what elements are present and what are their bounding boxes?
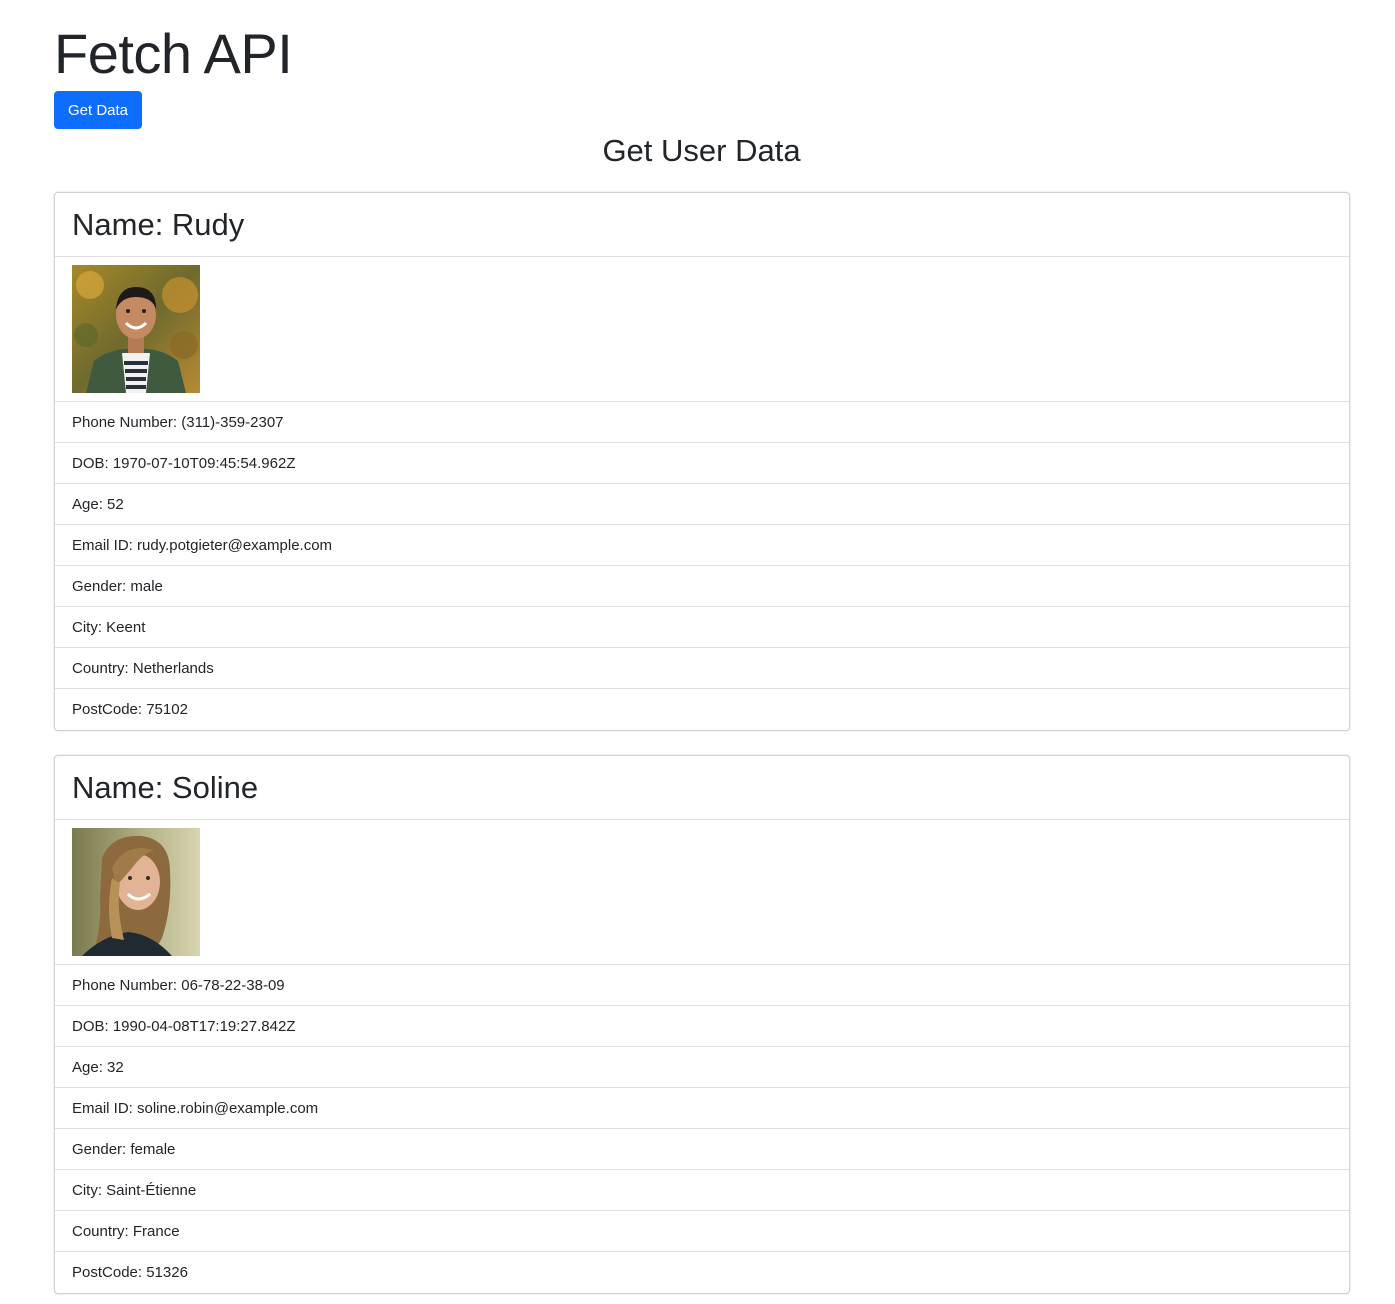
photo-row [55,820,1349,965]
postcode: PostCode: 75102 [72,700,188,718]
page-title: Fetch API [54,22,293,85]
date-of-birth: DOB: 1970-07-10T09:45:54.962Z [55,443,1349,484]
city: City: Saint-Étienne [55,1170,1349,1211]
user-photo [72,828,200,956]
gender: Gender: male [55,566,1349,607]
email: Email ID: soline.robin@example.com [55,1088,1349,1129]
gender: Gender: female [55,1129,1349,1170]
photo-row [55,257,1349,402]
get-data-button[interactable]: Get Data [54,91,142,129]
postcode: PostCode: 51326 [72,1263,188,1281]
user-photo [72,265,200,393]
age: Age: 32 [55,1047,1349,1088]
country: Country: Netherlands [55,648,1349,689]
user-card: Name: Rudy Phone Number: (311)-359-2307 … [54,192,1350,731]
age: Age: 52 [55,484,1349,525]
city: City: Keent [55,607,1349,648]
user-name: Name: Soline [72,769,259,805]
user-name: Name: Rudy [72,206,245,242]
country: Country: France [55,1211,1349,1252]
date-of-birth: DOB: 1990-04-08T17:19:27.842Z [55,1006,1349,1047]
email: Email ID: rudy.potgieter@example.com [55,525,1349,566]
user-card: Name: Soline Phone Number: 06-78-22-38-0… [54,755,1350,1294]
phone-number: Phone Number: (311)-359-2307 [55,402,1349,443]
phone-number: Phone Number: 06-78-22-38-09 [55,965,1349,1006]
card-header: Name: Soline [55,756,1349,820]
card-header: Name: Rudy [55,193,1349,257]
section-heading: Get User Data [602,133,801,168]
